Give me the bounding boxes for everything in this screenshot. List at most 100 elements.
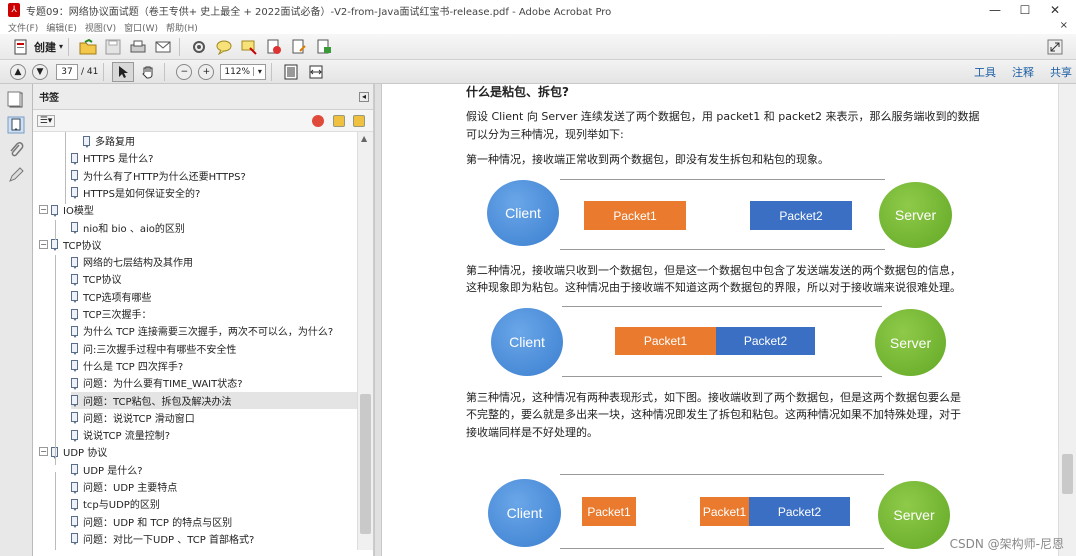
document-scroll-thumb[interactable]	[1062, 454, 1073, 494]
create-pdf-icon[interactable]	[10, 37, 32, 57]
signatures-pen-icon[interactable]	[7, 166, 25, 184]
bookmark-item[interactable]: 问题：对比一下UDP 、TCP 首部格式?	[71, 530, 254, 547]
bookmark-item[interactable]: TCP三次握手：	[71, 305, 152, 322]
bookmark-item[interactable]: TCP协议	[71, 270, 122, 287]
select-cursor-icon[interactable]	[112, 61, 135, 82]
fit-width-icon[interactable]	[305, 62, 327, 82]
expand-window-icon[interactable]	[1044, 37, 1066, 57]
settings-gear-icon[interactable]	[188, 37, 210, 57]
menu-file[interactable]: 文件(F)	[8, 21, 38, 34]
menu-bar: 文件(F) 编辑(E) 视图(V) 窗口(W) 帮助(H) ×	[0, 20, 1076, 34]
bookmarks-scroll-thumb[interactable]	[360, 394, 371, 534]
bookmark-label: 什么是 TCP 四次挥手?	[83, 361, 184, 373]
bookmark-icon	[71, 291, 78, 304]
bookmark-icon	[71, 481, 78, 494]
comment-bubble-icon[interactable]	[213, 37, 235, 57]
bookmark-item[interactable]: 问题：UDP 主要特点	[71, 478, 177, 495]
zoom-out-icon[interactable]: −	[176, 63, 193, 80]
bookmark-options-menu[interactable]: ☰▾	[37, 114, 55, 127]
bookmark-icon	[71, 516, 78, 529]
sign-document-icon[interactable]	[288, 37, 310, 57]
form-document-icon[interactable]	[313, 37, 335, 57]
fit-page-icon[interactable]	[280, 62, 302, 82]
diagram3-client-circle: Client	[488, 479, 561, 547]
toolbar-divider	[271, 62, 273, 81]
zoom-dropdown-icon[interactable]: ▾	[253, 67, 265, 76]
minimize-button[interactable]: —	[980, 0, 1010, 20]
bookmark-item[interactable]: 网络的七层结构及其作用	[71, 253, 193, 270]
tools-link[interactable]: 工具	[974, 64, 996, 80]
review-comment-icon[interactable]	[238, 37, 260, 57]
bookmark-item[interactable]: 什么是 TCP 四次挥手?	[71, 357, 183, 374]
zoom-in-icon[interactable]: +	[198, 63, 215, 80]
bookmark-item[interactable]: 为什么 TCP 连接需要三次握手，两次不可以么，为什么?	[71, 322, 333, 339]
secure-document-icon[interactable]	[263, 37, 285, 57]
next-page-icon[interactable]: ▼	[32, 63, 48, 80]
page-thumbnails-icon[interactable]	[7, 91, 25, 109]
email-icon[interactable]	[152, 37, 174, 57]
expand-bookmark-icon[interactable]	[353, 115, 365, 127]
tree-guide-line	[65, 132, 66, 204]
bookmark-item[interactable]: 为什么有了HTTP为什么还要HTTPS?	[71, 167, 246, 184]
bookmark-label: TCP协议	[63, 240, 102, 252]
menu-view[interactable]: 视图(V)	[85, 21, 116, 34]
bookmark-item[interactable]: 说说TCP 流量控制?	[71, 426, 170, 443]
tree-guide-line	[55, 255, 56, 465]
menu-edit[interactable]: 编辑(E)	[46, 21, 77, 34]
collapse-toggle-icon[interactable]: −	[39, 205, 48, 215]
bookmark-item[interactable]: TCP选项有哪些	[71, 288, 152, 305]
bookmark-item[interactable]: 问:三次握手过程中有哪些不安全性	[71, 340, 236, 357]
maximize-button[interactable]: ☐	[1010, 0, 1040, 20]
print-icon[interactable]	[127, 37, 149, 57]
bookmark-item[interactable]: tcp与UDP的区别	[71, 495, 160, 512]
bookmark-item[interactable]: − IO模型	[39, 201, 94, 218]
bookmark-item[interactable]: UDP 是什么?	[71, 461, 143, 478]
bookmark-item[interactable]: − TCP协议	[39, 236, 102, 253]
create-dropdown-icon[interactable]: ▾	[59, 42, 63, 51]
bookmark-icon	[71, 187, 78, 200]
new-bookmark-icon[interactable]	[333, 115, 345, 127]
page-number-input[interactable]: 37	[56, 63, 78, 80]
menu-help[interactable]: 帮助(H)	[166, 21, 198, 34]
comment-link[interactable]: 注释	[1012, 64, 1034, 80]
collapse-panel-icon[interactable]: ◂	[359, 92, 369, 102]
bookmark-item[interactable]: HTTPS 是什么?	[71, 149, 153, 166]
share-link[interactable]: 共享	[1050, 64, 1072, 80]
bookmarks-scrollbar[interactable]: ▲	[357, 132, 373, 550]
bookmark-item[interactable]: HTTPS是如何保证安全的?	[71, 184, 200, 201]
menu-window[interactable]: 窗口(W)	[124, 21, 158, 34]
bookmark-item[interactable]: 问题：TCP粘包、拆包及解决办法	[71, 391, 358, 409]
bookmark-item[interactable]: − UDP 协议	[39, 443, 107, 460]
diagram3-packet1-fragment: Packet1	[582, 497, 636, 526]
bookmark-item[interactable]: 多路复用	[83, 132, 135, 149]
save-icon[interactable]	[102, 37, 124, 57]
toolbar-divider	[164, 62, 166, 81]
bookmarks-panel-icon[interactable]	[7, 116, 25, 134]
window-title: 专题09：网络协议面试题（卷王专供+ 史上最全 + 2022面试必备）-V2-f…	[26, 6, 612, 18]
bookmark-label: 问题：UDP 主要特点	[83, 483, 178, 494]
delete-bookmark-icon[interactable]	[312, 115, 324, 127]
collapse-toggle-icon[interactable]: −	[39, 447, 48, 457]
pane-splitter[interactable]	[374, 84, 382, 556]
hand-tool-icon[interactable]	[137, 62, 159, 82]
bookmark-item[interactable]: 问题：为什么要有TIME_WAIT状态?	[71, 374, 243, 391]
diagram3-packet1-rest: Packet1	[700, 497, 749, 526]
diagram1-bottom-line	[560, 249, 885, 250]
close-window-button[interactable]: ✕	[1040, 0, 1070, 20]
create-menu-button[interactable]: 创建	[34, 39, 56, 55]
bookmark-item[interactable]: 问题：UDP 和 TCP 的特点与区别	[71, 513, 232, 530]
collapse-toggle-icon[interactable]: −	[39, 239, 48, 249]
close-document-button[interactable]: ×	[1060, 20, 1068, 31]
zoom-select[interactable]: 112% ▾	[220, 63, 267, 80]
diagram2-packet1: Packet1	[615, 327, 716, 355]
bookmark-icon	[71, 222, 78, 234]
bookmark-label: HTTPS是如何保证安全的?	[83, 188, 201, 200]
previous-page-icon[interactable]: ▲	[10, 63, 26, 80]
document-scrollbar[interactable]	[1058, 84, 1076, 556]
open-folder-icon[interactable]	[77, 37, 99, 57]
bookmark-item[interactable]: nio和 bio 、aio的区别	[71, 219, 185, 236]
attachments-paperclip-icon[interactable]	[7, 141, 25, 159]
bookmark-tree: 多路复用 HTTPS 是什么? 为什么有了HTTP为什么还要HTTPS? HTTPS是…	[33, 132, 358, 550]
bookmark-item[interactable]: 问题：说说TCP 滑动窗口	[71, 409, 195, 426]
diagram1-packet2: Packet2	[750, 201, 852, 230]
